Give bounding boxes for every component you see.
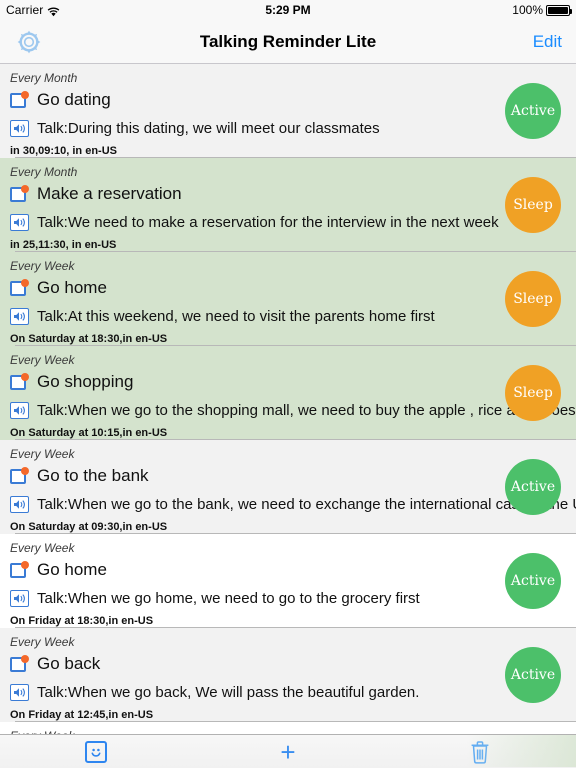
status-badge[interactable]: Sleep — [505, 271, 561, 327]
reminder-talk-line: Talk:When we go home, we need to go to t… — [0, 585, 576, 611]
reminder-title: Go home — [37, 278, 107, 297]
speaker-icon[interactable] — [10, 495, 29, 513]
reminder-schedule: On Saturday at 18:30,in en-US — [10, 333, 168, 345]
reminder-talk: Talk:At this weekend, we need to visit t… — [37, 307, 435, 325]
battery-percent-label: 100% — [512, 3, 543, 17]
reminder-talk: Talk:We need to make a reservation for t… — [37, 213, 499, 231]
trash-icon — [469, 740, 491, 764]
smiley-face-icon — [85, 740, 107, 763]
reminder-talk: Talk:During this dating, we will meet ou… — [37, 119, 380, 137]
reminder-title-line: Go back — [0, 651, 576, 677]
status-badge[interactable]: Active — [505, 553, 561, 609]
reminder-talk: Talk:When we go to the bank, we need to … — [37, 495, 576, 513]
recurrence-label: Every Week — [10, 541, 75, 555]
reminder-row[interactable]: Every Week Go back Talk:When we go back, W… — [0, 628, 576, 722]
reminder-schedule: in 25,11:30, in en-US — [10, 239, 117, 251]
status-badge[interactable]: Active — [505, 459, 561, 515]
reminder-title: Go shopping — [37, 372, 134, 391]
speaker-icon[interactable] — [10, 307, 29, 325]
reminder-title: Make a reservation — [37, 184, 182, 203]
reminder-talk-line: Talk:When we go to the shopping mall, we… — [0, 397, 576, 423]
battery-full-icon — [546, 4, 572, 16]
app-root: Carrier 5:29 PM 100% Talking Reminder Li… — [0, 0, 576, 768]
reminder-title: Go to the bank — [37, 466, 149, 485]
reminder-title: Go home — [37, 560, 107, 579]
bottom-toolbar: + — [0, 734, 576, 768]
speaker-icon[interactable] — [10, 401, 29, 419]
reminder-title-line: Go home — [0, 275, 576, 301]
checkbox-icon[interactable] — [10, 91, 29, 109]
reminder-talk-line: Talk:When we go to the bank, we need to … — [0, 491, 576, 517]
plus-icon: + — [280, 736, 296, 767]
reminder-talk-line: Talk:At this weekend, we need to visit t… — [0, 303, 576, 329]
recurrence-label: Every Week — [10, 635, 75, 649]
reminder-title-line: Go to the bank — [0, 463, 576, 489]
page-title: Talking Reminder Lite — [199, 31, 377, 51]
reminder-row[interactable]: Every Week Go shopping Talk:When we go to … — [0, 346, 576, 440]
status-badge[interactable]: Active — [505, 83, 561, 139]
reminder-row[interactable]: Every Week Go home Talk:When we go home, w… — [0, 534, 576, 628]
reminder-talk-line: Talk:During this dating, we will meet ou… — [0, 115, 576, 141]
recurrence-label: Every Week — [10, 259, 75, 273]
checkbox-icon[interactable] — [10, 561, 29, 579]
checkbox-icon[interactable] — [10, 467, 29, 485]
reminder-title-line: Go home — [0, 557, 576, 583]
status-bar-time: 5:29 PM — [265, 3, 311, 17]
speaker-icon[interactable] — [10, 119, 29, 137]
recurrence-label: Every Week — [10, 447, 75, 461]
recurrence-label: Every Month — [10, 165, 78, 179]
reminder-schedule: On Friday at 18:30,in en-US — [10, 615, 154, 627]
speaker-icon[interactable] — [10, 683, 29, 701]
reminder-title-line: Go dating — [0, 87, 576, 113]
delete-button[interactable] — [384, 740, 576, 764]
reminder-row[interactable]: Every Week Go to the bank Talk:When we go … — [0, 440, 576, 534]
reminder-schedule: On Friday at 12:45,in en-US — [10, 709, 154, 721]
reminder-title: Go dating — [37, 90, 111, 109]
reminder-row[interactable]: Every WeekActive — [0, 722, 576, 734]
reminder-talk-line: Talk:When we go back, We will pass the b… — [0, 679, 576, 705]
navigation-bar: Talking Reminder Lite Edit — [0, 20, 576, 64]
recurrence-label: Every Week — [10, 353, 75, 367]
speaker-icon[interactable] — [10, 213, 29, 231]
checkbox-icon[interactable] — [10, 185, 29, 203]
reminder-talk-line: Talk:We need to make a reservation for t… — [0, 209, 576, 235]
gear-icon[interactable] — [14, 27, 44, 57]
reminder-title: Go back — [37, 654, 101, 673]
reminder-schedule: On Saturday at 09:30,in en-US — [10, 521, 168, 533]
reminder-list[interactable]: Every Month Go dating Talk:During this dat… — [0, 64, 576, 734]
status-badge[interactable]: Active — [505, 647, 561, 703]
reminder-title-line: Make a reservation — [0, 181, 576, 207]
status-bar-right: 100% — [512, 3, 572, 17]
checkbox-icon[interactable] — [10, 279, 29, 297]
speaker-icon[interactable] — [10, 589, 29, 607]
status-badge[interactable]: Sleep — [505, 177, 561, 233]
wifi-icon — [47, 6, 60, 17]
reminder-title-line: Go shopping — [0, 369, 576, 395]
status-badge[interactable]: Sleep — [505, 365, 561, 421]
reminder-talk: Talk:When we go home, we need to go to t… — [37, 589, 420, 607]
checkbox-icon[interactable] — [10, 655, 29, 673]
carrier-label: Carrier — [6, 3, 44, 17]
add-reminder-button[interactable]: + — [192, 739, 384, 765]
checkbox-icon[interactable] — [10, 373, 29, 391]
reminder-row[interactable]: Every Month Make a reservation Talk:We nee… — [0, 158, 576, 252]
reminder-schedule: On Saturday at 10:15,in en-US — [10, 427, 168, 439]
reminder-talk: Talk:When we go to the shopping mall, we… — [37, 401, 576, 419]
status-bar: Carrier 5:29 PM 100% — [0, 0, 576, 20]
reminder-talk: Talk:When we go back, We will pass the b… — [37, 683, 420, 701]
recurrence-label: Every Month — [10, 71, 78, 85]
reminder-schedule: in 30,09:10, in en-US — [10, 145, 117, 157]
reminder-row[interactable]: Every Month Go dating Talk:During this dat… — [0, 64, 576, 158]
edit-button[interactable]: Edit — [533, 32, 562, 52]
voice-button[interactable] — [0, 740, 192, 763]
reminder-row[interactable]: Every Week Go home Talk:At this weekend, w… — [0, 252, 576, 346]
status-bar-left: Carrier — [6, 3, 60, 17]
